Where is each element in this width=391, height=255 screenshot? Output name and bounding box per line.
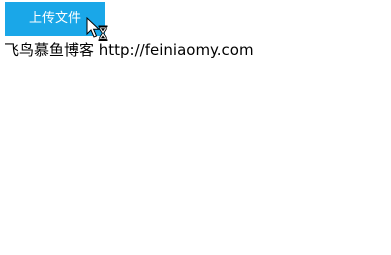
blog-text: 飞鸟慕鱼博客 http://feiniaomy.com [4,41,254,59]
busy-cursor-icon [86,17,108,41]
page: 上传文件 飞鸟慕鱼博客 http://feiniaomy.com [0,0,391,255]
